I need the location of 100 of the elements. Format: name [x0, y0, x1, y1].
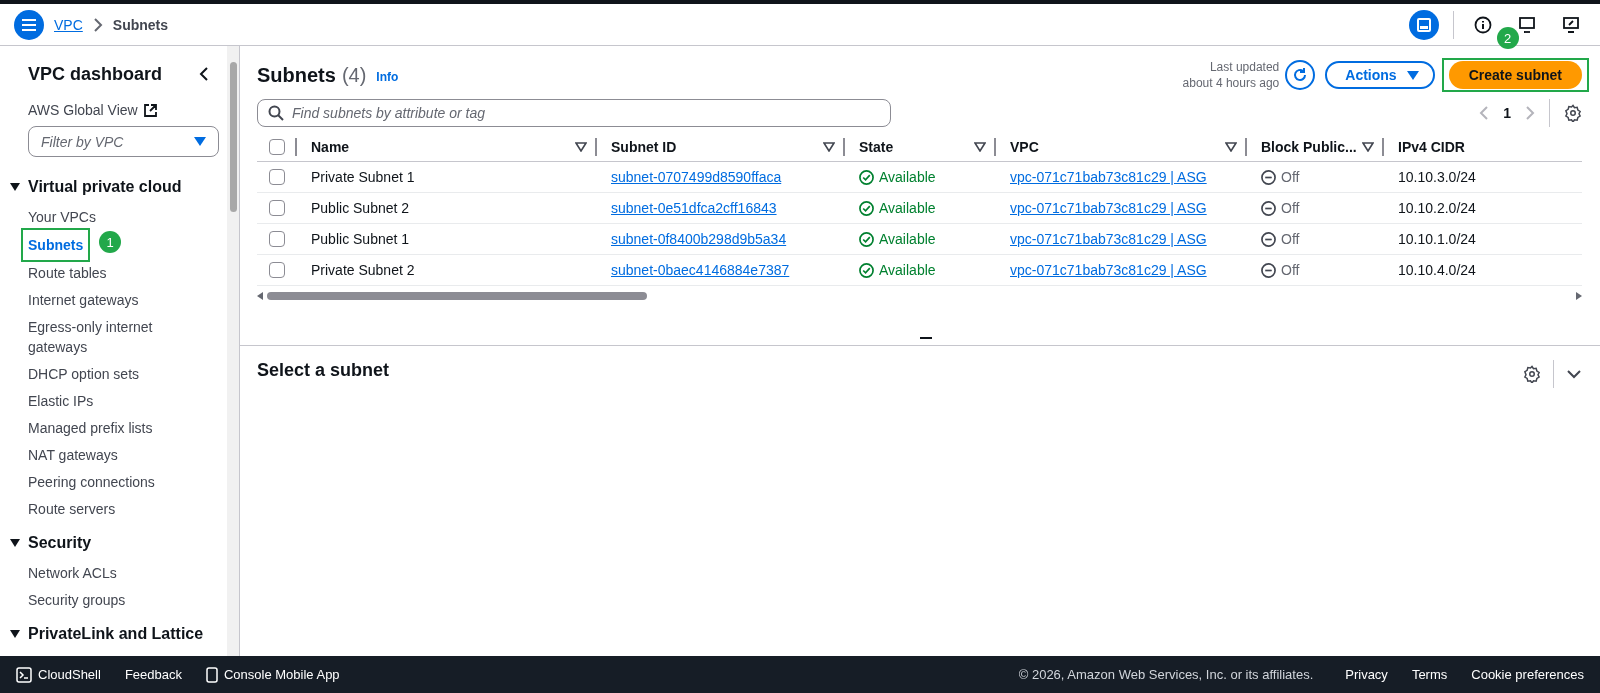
nav-link[interactable]: Managed prefix lists	[28, 415, 153, 441]
row-checkbox[interactable]	[269, 169, 285, 185]
vpc-link[interactable]: vpc-071c71bab73c81c29 | ASG	[1010, 231, 1207, 247]
highlight-frame	[21, 228, 91, 262]
vpc-filter-select[interactable]: Filter by VPC	[28, 126, 219, 157]
subnet-id-link[interactable]: subnet-0e51dfca2cff16843	[611, 200, 777, 216]
step-number: 2	[1496, 27, 1519, 49]
row-checkbox[interactable]	[269, 200, 285, 216]
vpc-link[interactable]: vpc-071c71bab73c81c29 | ASG	[1010, 200, 1207, 216]
row-checkbox[interactable]	[269, 262, 285, 278]
menu-button[interactable]	[14, 9, 44, 40]
caret-icon	[194, 137, 206, 146]
search-field[interactable]: Find subnets by attribute or tag	[257, 99, 891, 127]
nav-section-title[interactable]: Virtual private cloud	[28, 178, 182, 196]
status-text: Available	[879, 262, 936, 278]
external-link-icon	[143, 103, 157, 117]
footer-link[interactable]: Cookie preferences	[1471, 667, 1584, 682]
caret-down-icon[interactable]	[10, 182, 20, 192]
subnet-id-link[interactable]: subnet-0f8400b298d9b5a34	[611, 231, 787, 247]
column-header[interactable]: VPC	[1010, 138, 1039, 155]
footer-link[interactable]: Feedback	[124, 667, 182, 682]
sort-icon	[1362, 141, 1374, 152]
panel-title: Select a subnet	[257, 360, 390, 381]
table-cell: 10.10.1.0/24	[1398, 231, 1476, 247]
footer-link[interactable]: Terms	[1411, 667, 1448, 682]
table-cell: Private Subnet 1	[311, 169, 415, 185]
search-icon	[268, 105, 284, 121]
panel-icon	[1416, 16, 1432, 33]
vpc-link[interactable]: vpc-071c71bab73c81c29 | ASG	[1010, 169, 1207, 185]
nav-section-title[interactable]: PrivateLink and Lattice	[28, 625, 204, 643]
minus-circle-icon	[1261, 262, 1276, 278]
caret-down-icon[interactable]	[10, 538, 20, 548]
table-cell: 10.10.2.0/24	[1398, 200, 1476, 216]
subnet-id-link[interactable]: subnet-0707499d8590ffaca	[611, 169, 782, 185]
terminal-icon	[16, 666, 32, 683]
last-updated-time: about 4 hours ago	[1182, 75, 1280, 91]
copyright-text: © 2026, Amazon Web Services, Inc. or its affiliates.	[1018, 667, 1314, 682]
sidebar-title: VPC dashboard	[28, 63, 163, 85]
check-circle-icon	[859, 169, 874, 185]
status-text: Available	[879, 169, 936, 185]
breadcrumb-current[interactable]: Subnets	[112, 16, 169, 33]
column-header[interactable]: Block Public...	[1261, 138, 1357, 155]
nav-link[interactable]: Route servers	[28, 496, 116, 522]
nav-link[interactable]: Elastic IPs	[28, 388, 94, 414]
footer-link[interactable]: CloudShell	[16, 666, 101, 683]
scrollbar[interactable]	[227, 46, 239, 656]
nav-link[interactable]: Subnets	[28, 232, 84, 258]
footer-link[interactable]: Console Mobile App	[205, 666, 340, 683]
nav-section-title[interactable]: Security	[28, 534, 92, 552]
check-circle-icon	[859, 231, 874, 247]
nav-link[interactable]: Route tables	[28, 260, 107, 286]
nav-link[interactable]: Network ACLs	[28, 560, 117, 586]
column-header[interactable]: Subnet ID	[611, 138, 677, 155]
page-number[interactable]: 1	[1503, 105, 1511, 121]
nav-link[interactable]: NAT gateways	[28, 442, 118, 468]
chevron-right-icon	[92, 17, 103, 32]
subnet-count: (4)	[341, 63, 367, 87]
settings-icon[interactable]	[1523, 365, 1541, 383]
create-subnet-button[interactable]: Create subnet	[1448, 61, 1582, 89]
sort-icon	[974, 141, 986, 152]
status-text: Available	[879, 200, 936, 216]
sort-icon	[1225, 141, 1237, 152]
collapse-icon[interactable]	[199, 66, 209, 82]
nav-link[interactable]: Your VPCs	[28, 204, 96, 230]
select-all-checkbox[interactable]	[269, 138, 285, 155]
scroll-right-icon[interactable]	[1576, 292, 1582, 300]
row-checkbox[interactable]	[269, 231, 285, 247]
subnet-id-link[interactable]: subnet-0baec4146884e7387	[611, 262, 790, 278]
actions-button[interactable]: Actions	[1325, 61, 1435, 89]
refresh-button[interactable]	[1285, 60, 1316, 90]
panel-button[interactable]	[1409, 9, 1439, 40]
horizontal-scrollbar[interactable]	[257, 292, 1582, 300]
status-text: Off	[1281, 262, 1300, 278]
nav-link[interactable]: Egress-only internet gateways	[28, 314, 208, 360]
caret-down-icon[interactable]	[10, 629, 20, 639]
column-header[interactable]: IPv4 CIDR	[1398, 138, 1465, 155]
resize-handle[interactable]	[920, 337, 932, 339]
check-circle-icon	[859, 262, 874, 278]
sort-icon	[575, 141, 587, 152]
table-cell: Public Subnet 2	[311, 200, 410, 216]
vpc-link[interactable]: vpc-071c71bab73c81c29 | ASG	[1010, 262, 1207, 278]
scroll-left-icon[interactable]	[257, 292, 263, 300]
settings-icon[interactable]	[1564, 104, 1582, 122]
nav-link[interactable]: Security groups	[28, 587, 126, 613]
status-text: Off	[1281, 169, 1300, 185]
step-number: 1	[99, 231, 122, 253]
info-link[interactable]: Info	[376, 70, 399, 84]
global-view-link[interactable]: AWS Global View	[28, 102, 157, 118]
nav-link[interactable]: DHCP option sets	[28, 361, 139, 387]
breadcrumb-link[interactable]: VPC	[54, 16, 83, 33]
table-cell: 10.10.3.0/24	[1398, 169, 1476, 185]
footer-link[interactable]: Privacy	[1345, 667, 1388, 682]
column-header[interactable]: State	[859, 138, 894, 155]
chevron-down-icon[interactable]	[1566, 369, 1582, 379]
nav-link[interactable]: Peering connections	[28, 469, 155, 495]
check-circle-icon	[859, 200, 874, 216]
last-updated-label: Last updated	[1208, 59, 1280, 75]
phone-icon	[205, 666, 218, 683]
column-header[interactable]: Name	[311, 138, 350, 155]
nav-link[interactable]: Internet gateways	[28, 287, 139, 313]
